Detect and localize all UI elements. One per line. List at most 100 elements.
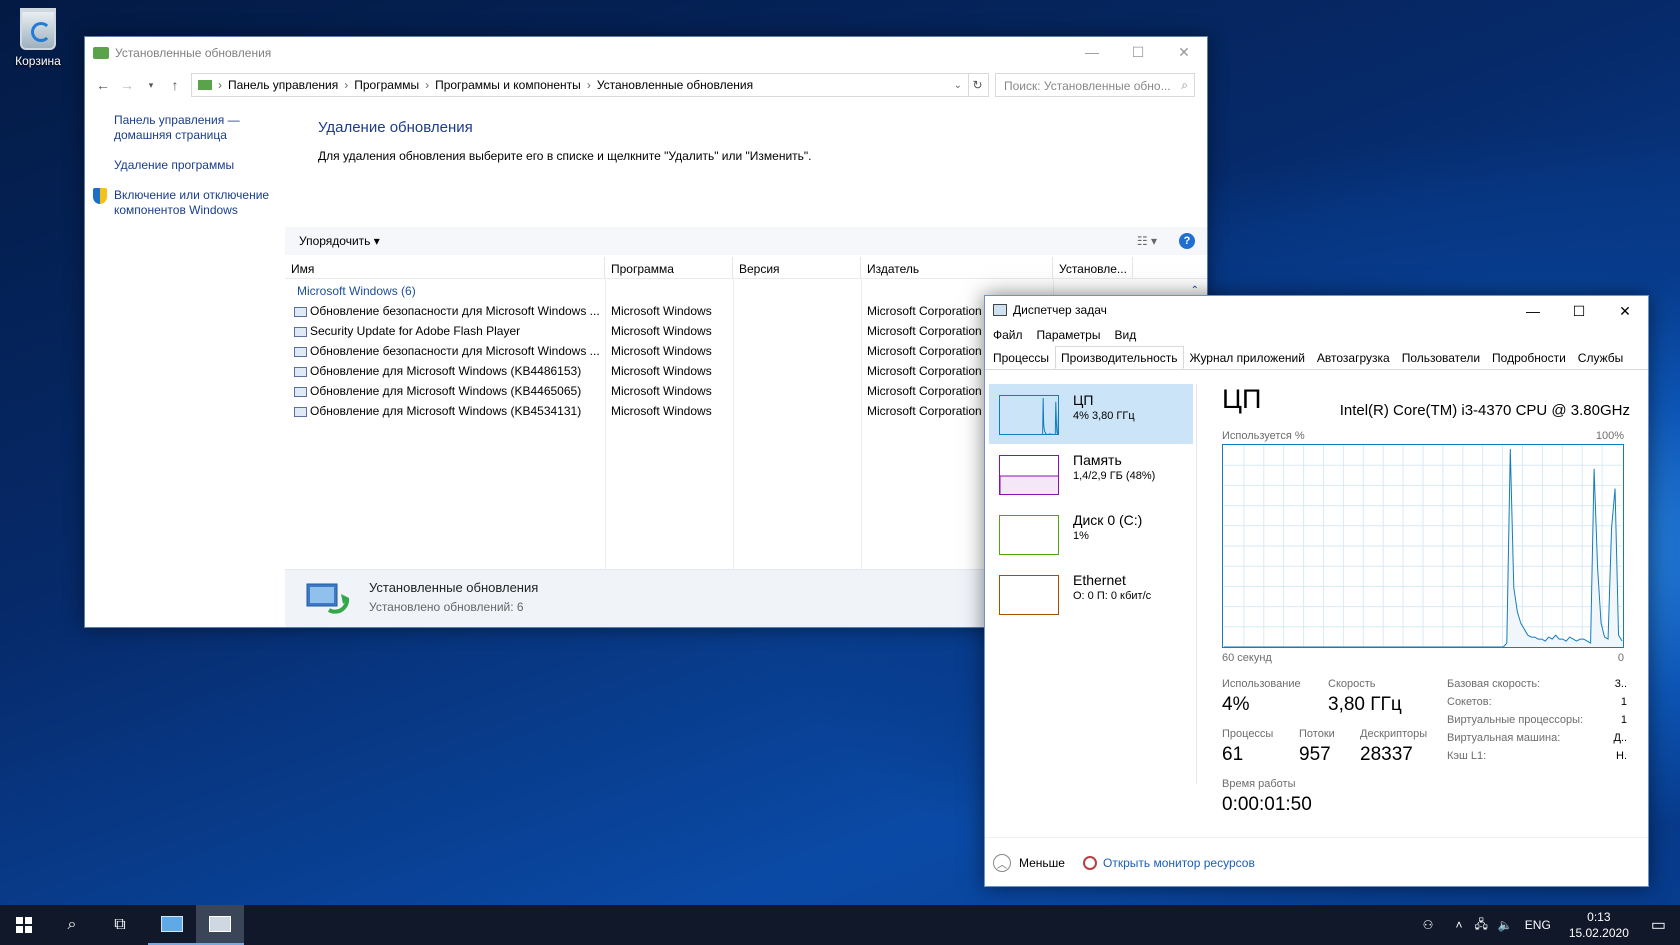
recycle-bin-icon[interactable]: Корзина [8, 8, 68, 68]
menu-view[interactable]: Вид [1114, 328, 1136, 342]
up-arrow-icon[interactable]: ↑ [163, 77, 187, 93]
search-icon[interactable]: ⌕ [48, 905, 96, 945]
column-publisher[interactable]: Издатель [861, 257, 1053, 278]
column-headers: Имя Программа Версия Издатель Установле.… [285, 257, 1207, 279]
minimize-button[interactable]: — [1069, 37, 1115, 67]
column-installed[interactable]: Установле... [1053, 257, 1133, 278]
update-icon [294, 406, 307, 417]
update-icon [294, 306, 307, 317]
column-version[interactable]: Версия [733, 257, 861, 278]
breadcrumb-item[interactable]: Панель управления [228, 78, 338, 92]
sidebar-link-features[interactable]: Включение или отключение компонентов Win… [85, 188, 285, 218]
notifications-icon[interactable]: ▭ [1651, 915, 1666, 935]
close-button[interactable]: ✕ [1161, 37, 1207, 67]
details-count: Установлено обновлений: 6 [369, 600, 524, 614]
tab-performance[interactable]: Производительность [1055, 346, 1184, 369]
task-manager-window: Диспетчер задач — ☐ ✕ Файл Параметры Вид… [984, 295, 1649, 887]
help-icon[interactable]: ? [1179, 233, 1195, 249]
resource-disk[interactable]: Диск 0 (C:) 1% [989, 504, 1193, 564]
handles-value: 28337 [1360, 744, 1413, 765]
people-icon[interactable]: ⚇ [1423, 918, 1434, 932]
chevron-down-icon[interactable]: ⌄ [954, 80, 962, 91]
graph-zero: 0 [1617, 652, 1624, 664]
fewer-details-button[interactable]: Меньше [1019, 856, 1065, 870]
start-button[interactable] [0, 905, 48, 945]
network-icon[interactable]: 🖧 [1474, 915, 1487, 936]
resource-ethernet[interactable]: Ethernet О: 0 П: 0 кбит/с [989, 564, 1193, 624]
breadcrumb-item[interactable]: Программы [354, 78, 419, 92]
command-bar: Упорядочить ▾ ☷ ▾ ? [285, 227, 1207, 255]
update-icon [294, 386, 307, 397]
forward-arrow-icon[interactable]: → [115, 77, 139, 93]
clock-date: 15.02.2020 [1568, 926, 1629, 940]
search-icon: ⌕ [1181, 78, 1188, 92]
resource-name: Память [1073, 452, 1122, 468]
cpu-mini-graph [999, 395, 1059, 435]
resource-memory[interactable]: Память 1,4/2,9 ГБ (48%) [989, 444, 1193, 504]
graph-label: Используется % [1222, 430, 1305, 442]
uptime-value: 0:00:01:50 [1222, 794, 1312, 815]
tab-processes[interactable]: Процессы [987, 346, 1055, 369]
chevron-up-icon[interactable]: ︿ [993, 854, 1011, 872]
resource-name: Диск 0 (C:) [1073, 512, 1143, 528]
update-icon [294, 366, 307, 377]
maximize-button[interactable]: ☐ [1115, 37, 1161, 67]
cpu-usage-graph [1222, 444, 1624, 648]
detail-row: Виртуальные процессоры: 1 [1447, 714, 1627, 726]
volume-icon[interactable]: 🔈 [1498, 918, 1513, 932]
processes-label: Процессы [1222, 728, 1274, 740]
memory-mini-graph [999, 455, 1059, 495]
chevron-up-icon[interactable]: ˄ [1455, 918, 1462, 932]
cell-program: Microsoft Windows [611, 344, 712, 358]
task-view-icon[interactable]: ⧉ [96, 905, 144, 945]
threads-label: Потоки [1299, 728, 1335, 740]
tab-users[interactable]: Пользователи [1396, 346, 1486, 369]
clock[interactable]: 0:13 15.02.2020 [1569, 909, 1629, 941]
cell-name: Security Update for Adobe Flash Player [285, 324, 605, 338]
uptime-label: Время работы [1222, 778, 1296, 790]
language-indicator[interactable]: ENG [1525, 918, 1551, 932]
update-package-icon [305, 580, 351, 616]
column-name[interactable]: Имя [285, 257, 605, 278]
cell-name: Обновление для Microsoft Windows (KB4486… [285, 364, 605, 378]
menu-options[interactable]: Параметры [1037, 328, 1101, 342]
organize-button[interactable]: Упорядочить ▾ [299, 234, 380, 248]
control-panel-taskbar-icon[interactable] [148, 905, 196, 945]
group-header[interactable]: Microsoft Windows (6) [297, 284, 416, 298]
title-bar: Диспетчер задач — ☐ ✕ [985, 296, 1648, 324]
cell-program: Microsoft Windows [611, 384, 712, 398]
handles-label: Дескрипторы [1360, 728, 1428, 740]
usage-value: 4% [1222, 694, 1250, 715]
cell-program: Microsoft Windows [611, 324, 712, 338]
tab-app-history[interactable]: Журнал приложений [1184, 346, 1311, 369]
menu-file[interactable]: Файл [993, 328, 1023, 342]
breadcrumb-item[interactable]: Программы и компоненты [435, 78, 581, 92]
minimize-button[interactable]: — [1510, 296, 1556, 326]
column-program[interactable]: Программа [605, 257, 733, 278]
breadcrumb-item[interactable]: Установленные обновления [597, 78, 753, 92]
resource-list: ЦП 4% 3,80 ГГц Память 1,4/2,9 ГБ (48%) Д… [989, 384, 1193, 624]
tab-details[interactable]: Подробности [1486, 346, 1572, 369]
refresh-icon[interactable]: ↻ [967, 73, 989, 97]
resource-value: О: 0 П: 0 кбит/с [1073, 590, 1152, 602]
speed-value: 3,80 ГГц [1328, 694, 1402, 715]
page-title: Удаление обновления [318, 119, 473, 136]
cell-name: Обновление безопасности для Microsoft Wi… [285, 304, 605, 318]
windows-logo-icon [16, 917, 32, 933]
open-resource-monitor-link[interactable]: Открыть монитор ресурсов [1103, 856, 1255, 870]
recent-dropdown-icon[interactable]: ▾ [139, 80, 163, 91]
close-button[interactable]: ✕ [1602, 296, 1648, 326]
tab-services[interactable]: Службы [1572, 346, 1629, 369]
back-arrow-icon[interactable]: ← [91, 77, 115, 93]
task-manager-taskbar-icon[interactable] [196, 905, 244, 945]
breadcrumb[interactable]: › Панель управления › Программы › Программ… [191, 73, 969, 97]
sidebar-link-uninstall[interactable]: Удаление программы [85, 158, 285, 173]
view-options-icon[interactable]: ☷ ▾ [1137, 234, 1157, 248]
tab-startup[interactable]: Автозагрузка [1311, 346, 1396, 369]
threads-value: 957 [1299, 744, 1331, 765]
maximize-button[interactable]: ☐ [1556, 296, 1602, 326]
footer: ︿ Меньше Открыть монитор ресурсов [993, 854, 1255, 872]
sidebar-link-home[interactable]: Панель управления — домашняя страница [85, 113, 250, 143]
search-input[interactable]: Поиск: Установленные обно... ⌕ [995, 73, 1195, 97]
resource-cpu[interactable]: ЦП 4% 3,80 ГГц [989, 384, 1193, 444]
